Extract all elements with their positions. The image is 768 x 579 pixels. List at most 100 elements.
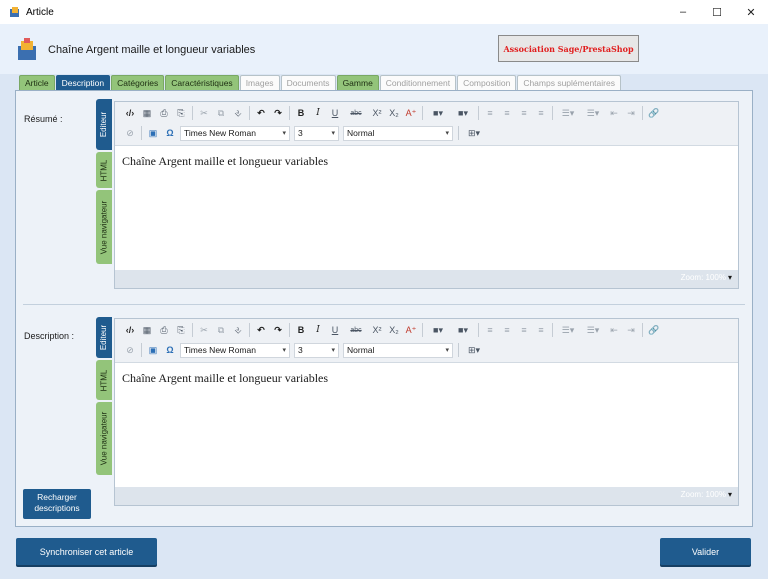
background-color-icon[interactable]: ■▾ [452, 105, 474, 121]
resume-vtab-editor[interactable]: Editeur [96, 99, 112, 150]
paste-icon[interactable]: ⎀ [231, 105, 245, 121]
unlink-icon[interactable]: ⊘ [123, 125, 137, 141]
source-icon[interactable]: ‹/› [123, 105, 137, 121]
paragraph-format-value: Normal [347, 128, 375, 138]
description-vtab-preview[interactable]: Vue navigateur [96, 402, 112, 475]
italic-icon[interactable]: I [311, 322, 325, 338]
table-icon[interactable]: ⊞▾ [463, 342, 485, 358]
bold-icon[interactable]: B [294, 322, 308, 338]
preview-icon[interactable]: ⎘ [174, 322, 188, 338]
redo-icon[interactable]: ↷ [271, 322, 285, 338]
align-right-icon[interactable]: ≡ [517, 105, 531, 121]
special-char-icon[interactable]: Ω [163, 342, 177, 358]
tab-article[interactable]: Article [19, 75, 55, 90]
clear-format-icon[interactable]: A⁺ [404, 322, 418, 338]
association-button[interactable]: Association Sage/PrestaShop [498, 35, 639, 62]
tab-gamme[interactable]: Gamme [336, 75, 379, 90]
subscript-icon[interactable]: X₂ [387, 105, 401, 121]
strikethrough-icon[interactable]: abc [345, 322, 367, 338]
image-icon[interactable]: ▣ [146, 125, 160, 141]
unordered-list-icon[interactable]: ☰▾ [582, 105, 604, 121]
print-icon[interactable]: ⎙ [157, 105, 171, 121]
cut-icon[interactable]: ✂ [197, 322, 211, 338]
italic-icon[interactable]: I [311, 105, 325, 121]
paste-icon[interactable]: ⎀ [231, 322, 245, 338]
copy-icon[interactable]: ⧉ [214, 322, 228, 338]
copy-icon[interactable]: ⧉ [214, 105, 228, 121]
tab-categories[interactable]: Catégories [111, 75, 165, 90]
template-icon[interactable]: ▦ [140, 105, 154, 121]
template-icon[interactable]: ▦ [140, 322, 154, 338]
underline-icon[interactable]: U [328, 105, 342, 121]
font-color-icon[interactable]: ■▾ [427, 322, 449, 338]
resume-vtab-preview[interactable]: Vue navigateur [96, 190, 112, 264]
justify-icon[interactable]: ≡ [534, 105, 548, 121]
subscript-icon[interactable]: X₂ [387, 322, 401, 338]
resume-vtab-html[interactable]: HTML [96, 152, 112, 188]
close-button[interactable]: ✕ [734, 0, 768, 24]
source-icon[interactable]: ‹/› [123, 322, 137, 338]
tab-caracteristiques[interactable]: Caractéristiques [165, 75, 239, 90]
tab-images[interactable]: Images [239, 75, 280, 90]
table-icon[interactable]: ⊞▾ [463, 125, 485, 141]
link-icon[interactable]: 🔗 [647, 105, 661, 121]
font-family-select[interactable]: Times New Roman ▾ [180, 342, 290, 358]
paragraph-format-select[interactable]: Normal ▾ [343, 342, 453, 358]
tab-description[interactable]: Description [55, 75, 111, 90]
resume-content[interactable]: Chaîne Argent maille et longueur variabl… [122, 154, 328, 169]
unordered-list-icon[interactable]: ☰▾ [582, 322, 604, 338]
redo-icon[interactable]: ↷ [271, 105, 285, 121]
image-icon[interactable]: ▣ [146, 342, 160, 358]
resume-edit-area[interactable]: Chaîne Argent maille et longueur variabl… [115, 146, 738, 270]
sync-article-button[interactable]: Synchroniser cet article [16, 538, 157, 565]
font-size-select[interactable]: 3 ▾ [294, 125, 339, 141]
font-color-icon[interactable]: ■▾ [427, 105, 449, 121]
unlink-icon[interactable]: ⊘ [123, 342, 137, 358]
align-left-icon[interactable]: ≡ [483, 322, 497, 338]
indent-icon[interactable]: ⇥ [624, 105, 638, 121]
outdent-icon[interactable]: ⇤ [607, 105, 621, 121]
minimize-button[interactable]: – [666, 0, 700, 24]
font-family-select[interactable]: Times New Roman ▾ [180, 125, 290, 141]
description-vtab-editor[interactable]: Editeur [96, 317, 112, 358]
description-content[interactable]: Chaîne Argent maille et longueur variabl… [122, 371, 328, 386]
bold-icon[interactable]: B [294, 105, 308, 121]
align-right-icon[interactable]: ≡ [517, 322, 531, 338]
reload-descriptions-button[interactable]: Recharger descriptions [23, 489, 91, 519]
special-char-icon[interactable]: Ω [163, 125, 177, 141]
align-center-icon[interactable]: ≡ [500, 322, 514, 338]
undo-icon[interactable]: ↶ [254, 322, 268, 338]
clear-format-icon[interactable]: A⁺ [404, 105, 418, 121]
window-title: Article [26, 6, 54, 18]
ordered-list-icon[interactable]: ☰▾ [557, 105, 579, 121]
tab-documents[interactable]: Documents [280, 75, 336, 90]
tab-composition[interactable]: Composition [457, 75, 517, 90]
paragraph-format-value: Normal [347, 345, 375, 355]
description-edit-area[interactable]: Chaîne Argent maille et longueur variabl… [115, 363, 738, 487]
ordered-list-icon[interactable]: ☰▾ [557, 322, 579, 338]
indent-icon[interactable]: ⇥ [624, 322, 638, 338]
font-size-select[interactable]: 3 ▾ [294, 342, 339, 358]
superscript-icon[interactable]: X² [370, 105, 384, 121]
justify-icon[interactable]: ≡ [534, 322, 548, 338]
tab-champs-supplementaires[interactable]: Champs suplémentaires [517, 75, 621, 90]
outdent-icon[interactable]: ⇤ [607, 322, 621, 338]
undo-icon[interactable]: ↶ [254, 105, 268, 121]
background-color-icon[interactable]: ■▾ [452, 322, 474, 338]
superscript-icon[interactable]: X² [370, 322, 384, 338]
underline-icon[interactable]: U [328, 322, 342, 338]
maximize-button[interactable]: ☐ [700, 0, 734, 24]
zoom-selector[interactable]: Zoom: 100% ▾ [681, 273, 732, 282]
description-vtab-html[interactable]: HTML [96, 360, 112, 400]
link-icon[interactable]: 🔗 [647, 322, 661, 338]
align-center-icon[interactable]: ≡ [500, 105, 514, 121]
strikethrough-icon[interactable]: abc [345, 105, 367, 121]
paragraph-format-select[interactable]: Normal ▾ [343, 125, 453, 141]
cut-icon[interactable]: ✂ [197, 105, 211, 121]
print-icon[interactable]: ⎙ [157, 322, 171, 338]
tab-conditionnement[interactable]: Conditionnement [379, 75, 457, 90]
preview-icon[interactable]: ⎘ [174, 105, 188, 121]
zoom-selector[interactable]: Zoom: 100% ▾ [681, 490, 732, 499]
align-left-icon[interactable]: ≡ [483, 105, 497, 121]
validate-button[interactable]: Valider [660, 538, 751, 565]
